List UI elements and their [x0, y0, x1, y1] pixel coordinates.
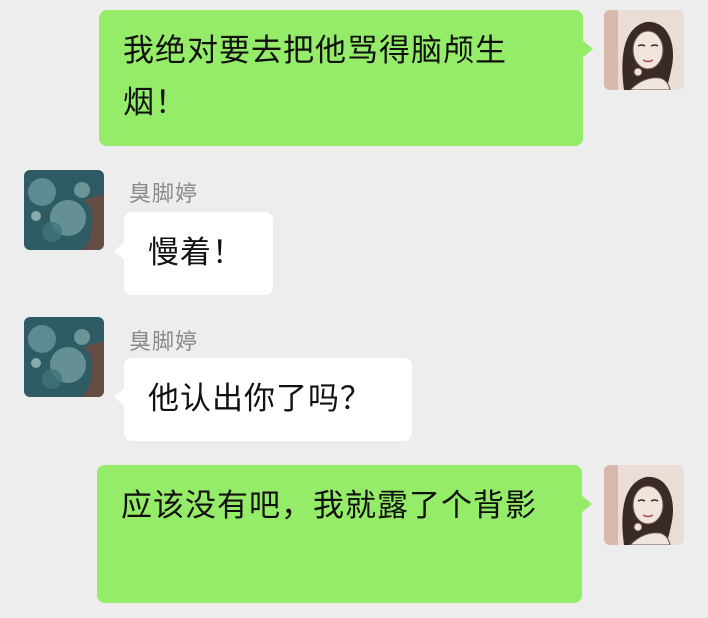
- message-bubble-incoming[interactable]: 他认出你了吗？: [114, 358, 412, 441]
- woman-portrait-avatar-icon: [604, 10, 684, 90]
- self-avatar[interactable]: [604, 465, 684, 545]
- self-avatar[interactable]: [604, 10, 684, 90]
- message-bubble-outgoing[interactable]: 我绝对要去把他骂得脑颅生烟！: [99, 10, 593, 146]
- friend-avatar[interactable]: [24, 170, 104, 250]
- underwater-photo-avatar-icon: [24, 170, 104, 250]
- sender-nickname: 臭脚婷: [129, 330, 199, 355]
- message-bubble-outgoing[interactable]: 应该没有吧，我就露了个背影: [97, 465, 592, 603]
- message-bubble-incoming[interactable]: 慢着！: [114, 212, 273, 295]
- message-text: 应该没有吧，我就露了个背影: [121, 488, 537, 524]
- message-text: 他认出你了吗？: [148, 381, 372, 417]
- sender-nickname: 臭脚婷: [129, 182, 199, 207]
- underwater-photo-avatar-icon: [24, 317, 104, 397]
- message-text: 慢着！: [148, 235, 244, 271]
- message-text: 我绝对要去把他骂得脑颅生烟！: [123, 33, 507, 121]
- woman-portrait-avatar-icon: [604, 465, 684, 545]
- friend-avatar[interactable]: [24, 317, 104, 397]
